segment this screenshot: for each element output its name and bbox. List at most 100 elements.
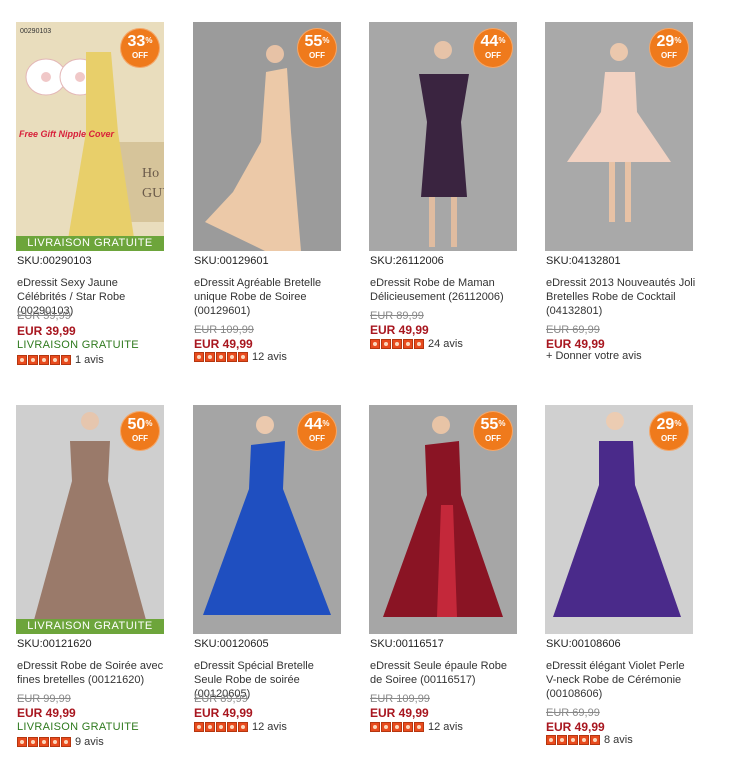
star-rating-icon <box>370 721 425 733</box>
product-card: 29% OFF SKU:04132801 eDressit 2013 Nouve… <box>545 22 697 382</box>
product-card: Ho GUY 00290103 Free Gift Nipple Cover 3… <box>16 22 168 382</box>
discount-percent: 33 <box>127 33 146 50</box>
product-card: 55% OFF SKU:00129601 eDressit Agréable B… <box>193 22 345 382</box>
svg-text:GUY: GUY <box>142 186 164 201</box>
give-review-link[interactable]: + Donner votre avis <box>546 350 642 362</box>
discount-off-label: OFF <box>485 51 501 60</box>
discount-percent: 55 <box>480 416 499 433</box>
product-image[interactable]: 29% OFF <box>545 405 693 634</box>
review-count: 24 avis <box>428 338 463 351</box>
product-title-link[interactable]: eDressit Agréable Bretelle unique Robe d… <box>194 276 344 318</box>
product-title-link[interactable]: eDressit élégant Violet Perle V-neck Rob… <box>546 659 696 701</box>
free-shipping-banner: LIVRAISON GRATUITE <box>16 619 164 634</box>
old-price: EUR 99,99 <box>17 693 71 705</box>
discount-percent: 55 <box>304 33 323 50</box>
product-image[interactable]: 29% OFF <box>545 22 693 251</box>
star-rating-icon <box>194 721 249 733</box>
discount-off-label: OFF <box>309 434 325 443</box>
discount-off-label: OFF <box>309 51 325 60</box>
discount-percent: 50 <box>127 416 146 433</box>
product-image[interactable]: 44% OFF <box>369 22 517 251</box>
image-sku-label: 00290103 <box>20 28 52 35</box>
product-card: 55% OFF SKU:00116517 eDressit Seule épau… <box>369 405 521 765</box>
product-sku: SKU:26112006 <box>370 255 444 267</box>
product-sku: SKU:00116517 <box>370 638 444 650</box>
rating[interactable]: 24 avis <box>370 338 463 350</box>
star-rating-icon <box>546 734 601 746</box>
sale-price: EUR 49,99 <box>370 706 429 720</box>
discount-badge: 44% OFF <box>297 411 337 451</box>
product-card: 44% OFF SKU:00120605 eDressit Spécial Br… <box>193 405 345 765</box>
star-rating-icon <box>17 736 72 748</box>
sale-price: EUR 39,99 <box>17 324 76 338</box>
rating[interactable]: 1 avis <box>17 354 104 366</box>
product-card: 44% OFF SKU:26112006 eDressit Robe de Ma… <box>369 22 521 382</box>
product-image[interactable]: Ho GUY 00290103 Free Gift Nipple Cover 3… <box>16 22 164 251</box>
discount-off-label: OFF <box>132 434 148 443</box>
product-sku: SKU:00121620 <box>17 638 92 650</box>
old-price: EUR 69,99 <box>546 324 600 336</box>
star-rating-icon <box>194 351 249 363</box>
discount-off-label: OFF <box>661 434 677 443</box>
product-sku: SKU:00129601 <box>194 255 269 267</box>
discount-percent: 29 <box>656 33 675 50</box>
sale-price: EUR 49,99 <box>370 323 429 337</box>
product-image[interactable]: 50% OFF LIVRAISON GRATUITE <box>16 405 164 634</box>
discount-percent: 44 <box>480 33 499 50</box>
free-shipping-banner: LIVRAISON GRATUITE <box>16 236 164 251</box>
product-title-link[interactable]: eDressit 2013 Nouveautés Joli Bretelles … <box>546 276 696 318</box>
sale-price: EUR 49,99 <box>17 706 76 720</box>
product-sku: SKU:04132801 <box>546 255 621 267</box>
rating[interactable]: 12 avis <box>370 721 463 733</box>
discount-badge: 55% OFF <box>297 28 337 68</box>
discount-percent: 29 <box>656 416 675 433</box>
product-image[interactable]: 44% OFF <box>193 405 341 634</box>
product-sku: SKU:00290103 <box>17 255 92 267</box>
rating[interactable]: 12 avis <box>194 721 287 733</box>
old-price: EUR 89,99 <box>370 310 424 322</box>
rating[interactable]: 12 avis <box>194 351 287 363</box>
sale-price: EUR 49,99 <box>194 706 253 720</box>
discount-off-label: OFF <box>661 51 677 60</box>
product-card: 50% OFF LIVRAISON GRATUITE SKU:00121620 … <box>16 405 168 765</box>
product-card: 29% OFF SKU:00108606 eDressit élégant Vi… <box>545 405 697 765</box>
product-title-link[interactable]: eDressit Seule épaule Robe de Soiree (00… <box>370 659 520 687</box>
star-rating-icon <box>17 354 72 366</box>
star-rating-icon <box>370 338 425 350</box>
old-price: EUR 69,99 <box>546 707 600 719</box>
discount-percent: 44 <box>304 416 323 433</box>
sale-price: EUR 49,99 <box>546 720 605 734</box>
discount-badge: 50% OFF <box>120 411 160 451</box>
old-price: EUR 109,99 <box>194 324 254 336</box>
product-image[interactable]: 55% OFF <box>369 405 517 634</box>
product-title-link[interactable]: eDressit Robe de Soirée avec fines brete… <box>17 659 167 687</box>
rating[interactable]: 9 avis <box>17 736 104 748</box>
review-count: 12 avis <box>428 721 463 734</box>
review-count: 12 avis <box>252 721 287 734</box>
discount-badge: 29% OFF <box>649 28 689 68</box>
discount-off-label: OFF <box>485 434 501 443</box>
old-price: EUR 89,99 <box>194 693 248 705</box>
review-count: 9 avis <box>75 736 104 749</box>
sale-price: EUR 49,99 <box>194 337 253 351</box>
rating[interactable]: 8 avis <box>546 734 633 746</box>
discount-off-label: OFF <box>132 51 148 60</box>
discount-badge: 44% OFF <box>473 28 513 68</box>
free-shipping-text: LIVRAISON GRATUITE <box>17 721 139 733</box>
old-price: EUR 59,99 <box>17 310 71 322</box>
sale-price: EUR 49,99 <box>546 337 605 351</box>
product-image[interactable]: 55% OFF <box>193 22 341 251</box>
old-price: EUR 109,99 <box>370 693 430 705</box>
free-shipping-text: LIVRAISON GRATUITE <box>17 339 139 351</box>
discount-badge: 55% OFF <box>473 411 513 451</box>
discount-badge: 33% OFF <box>120 28 160 68</box>
discount-badge: 29% OFF <box>649 411 689 451</box>
product-title-link[interactable]: eDressit Robe de Maman Délicieusement (2… <box>370 276 520 304</box>
product-sku: SKU:00120605 <box>194 638 269 650</box>
svg-text:Ho: Ho <box>142 166 159 181</box>
review-count: 1 avis <box>75 354 104 367</box>
free-gift-caption: Free Gift Nipple Cover <box>19 129 115 139</box>
review-count: 8 avis <box>604 734 633 747</box>
review-count: 12 avis <box>252 351 287 364</box>
product-sku: SKU:00108606 <box>546 638 621 650</box>
